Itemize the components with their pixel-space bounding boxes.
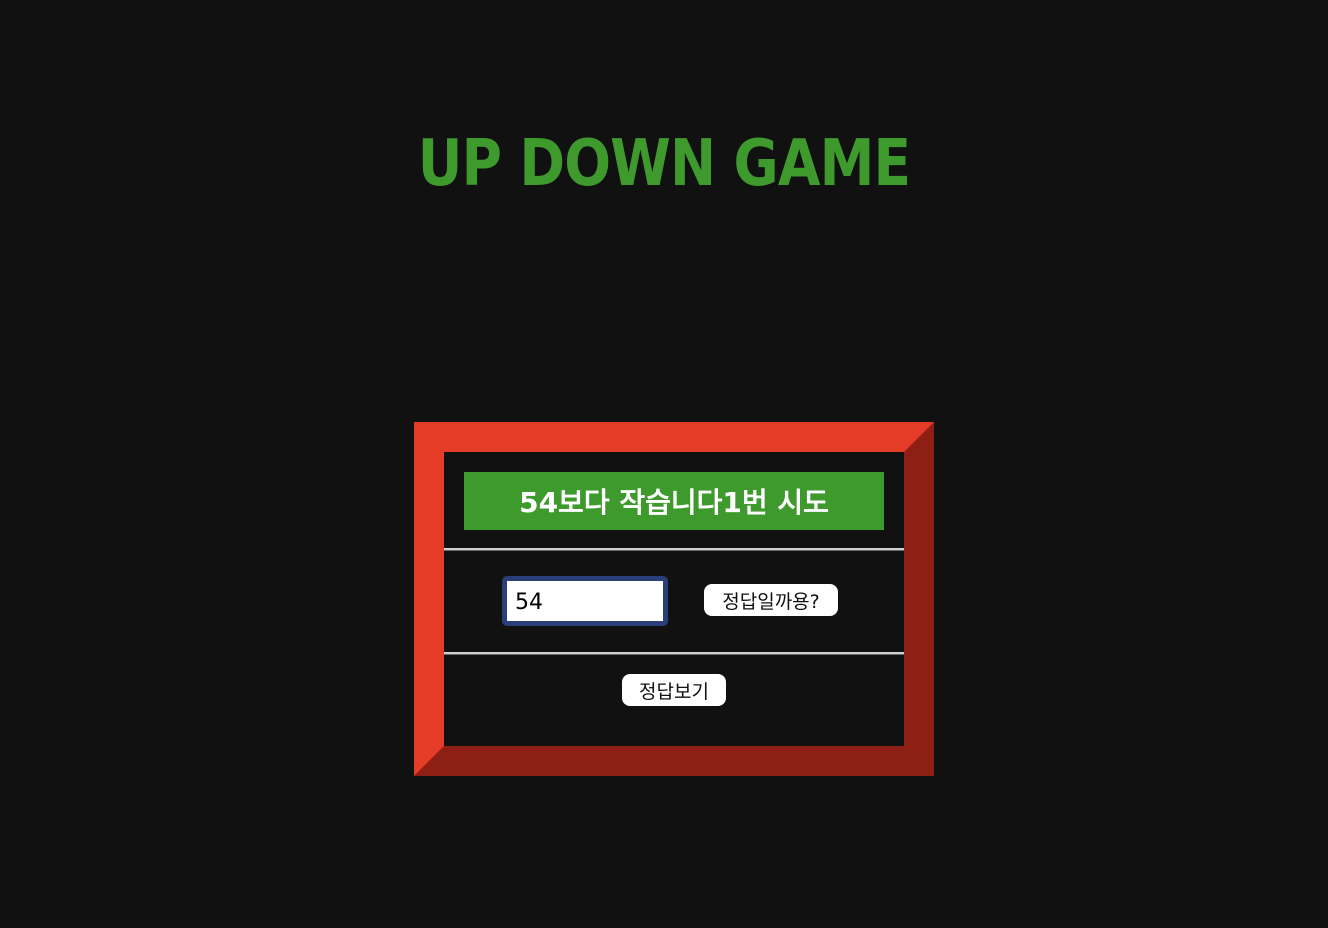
guess-input[interactable] [502, 576, 668, 626]
game-frame: 54보다 작습니다1번 시도 정답일까용? 정답보기 [414, 422, 934, 776]
divider [444, 548, 904, 551]
result-message: 54보다 작습니다1번 시도 [464, 472, 884, 530]
divider [444, 652, 904, 655]
reveal-answer-button[interactable]: 정답보기 [622, 674, 726, 706]
page-title: UP DOWN GAME [417, 127, 911, 201]
game-page: UP DOWN GAME 54보다 작습니다1번 시도 정답일까용? 정답보기 [0, 0, 1328, 928]
check-answer-button[interactable]: 정답일까용? [704, 584, 838, 616]
game-panel: 54보다 작습니다1번 시도 정답일까용? 정답보기 [444, 452, 904, 746]
